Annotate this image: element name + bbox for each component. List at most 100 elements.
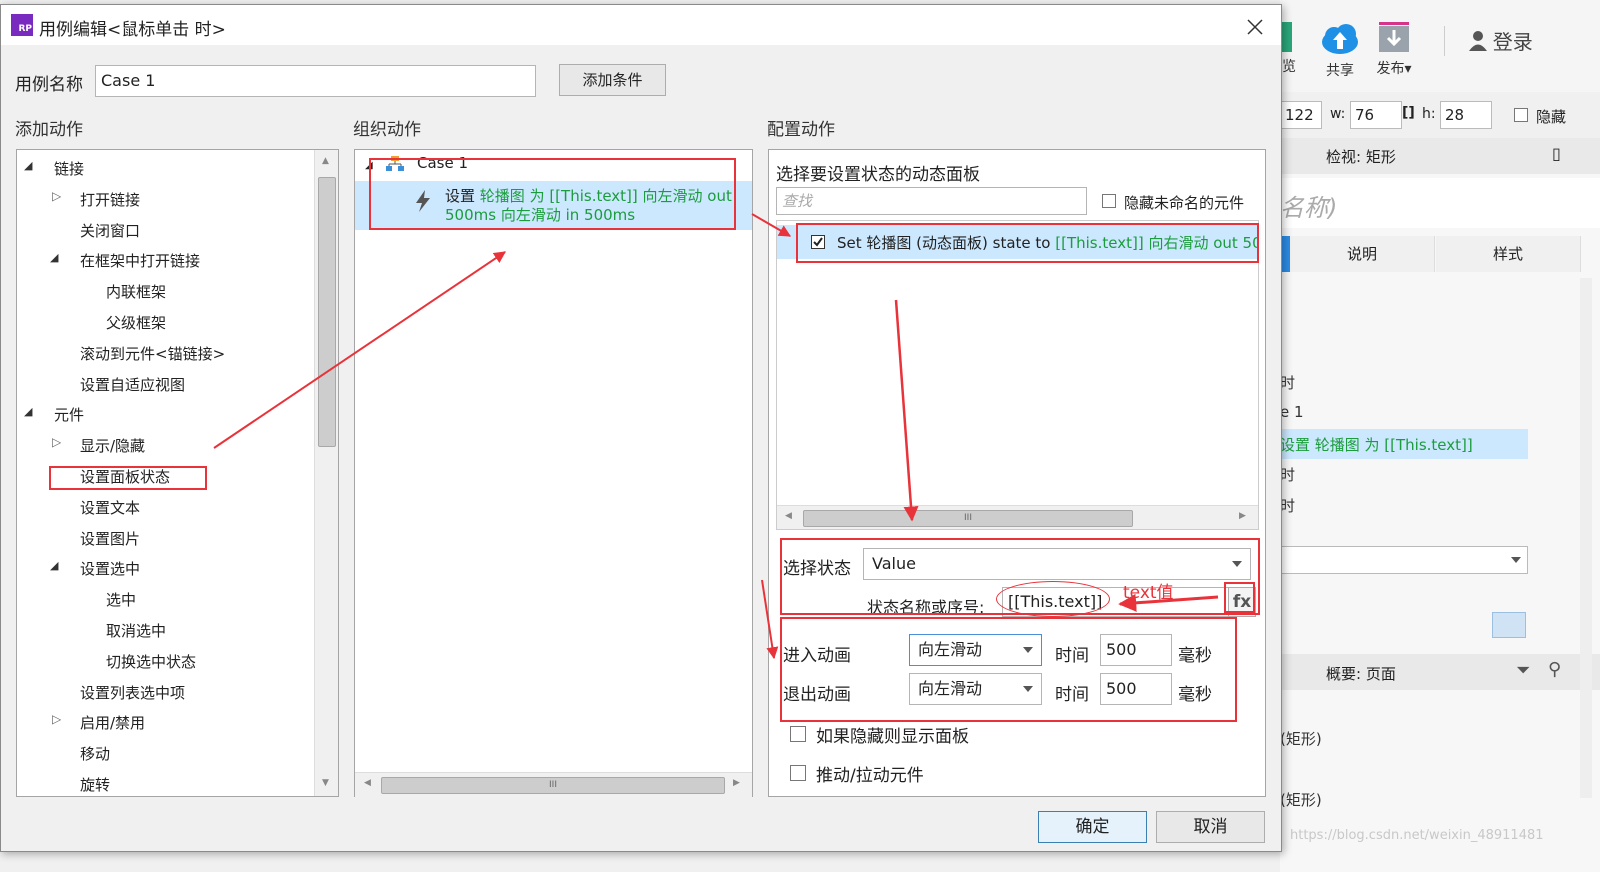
lock-ratio-icon[interactable]: [] (1402, 105, 1415, 121)
tree-item[interactable]: ◢ 链接 (17, 154, 315, 182)
dialog-title: 用例编辑<鼠标单击 时> (39, 20, 226, 40)
tree-item-label: 移动 (80, 745, 111, 764)
tree-item-label: 显示/隐藏 (80, 437, 146, 456)
scroll-thumb[interactable] (318, 177, 336, 447)
tree-item[interactable]: 设置列表选中项 (17, 678, 315, 706)
tree-item[interactable]: 滚动到元件<锚链接> (17, 339, 315, 367)
tree-item[interactable]: 内联框架 (17, 277, 315, 305)
tree-item[interactable]: 设置图片 (17, 524, 315, 552)
tree-item[interactable]: 取消选中 (17, 616, 315, 644)
scroll-right-icon[interactable]: ▶ (733, 778, 740, 788)
scroll-right-icon[interactable]: ▶ (1239, 511, 1246, 521)
outline-title: 概要: 页面 (1326, 665, 1396, 683)
tree-item-label: 滚动到元件<锚链接> (80, 344, 226, 363)
expanded-icon[interactable]: ◢ (24, 159, 32, 172)
tree-item[interactable]: 父级框架 (17, 308, 315, 336)
collapsed-icon[interactable]: ▷ (52, 435, 61, 449)
tree-item[interactable]: 设置文本 (17, 493, 315, 521)
tree-item[interactable]: 选中 (17, 585, 315, 613)
dialog-titlebar: RP 用例编辑<鼠标单击 时> (1, 5, 1281, 45)
tree-item-label: 设置自适应视图 (80, 375, 186, 394)
publish-button[interactable]: 发布▾ (1376, 22, 1412, 78)
scroll-left-icon[interactable]: ◀ (785, 511, 792, 521)
tree-item[interactable]: ▷ 启用/禁用 (17, 708, 315, 736)
push-pull-checkbox[interactable] (790, 765, 806, 781)
link-icon[interactable] (1492, 612, 1526, 638)
tree-item-label: 旋转 (80, 776, 111, 794)
tree-item[interactable]: ◢ 在框架中打开链接 (17, 246, 315, 274)
name-field[interactable]: 名称) (1280, 178, 1600, 228)
tree-item[interactable]: ▷ 显示/隐藏 (17, 431, 315, 459)
outline-item[interactable]: (矩形) (1280, 728, 1322, 749)
filter-icon[interactable]: ⏷ (1516, 660, 1530, 681)
expanded-icon[interactable]: ◢ (50, 251, 58, 264)
watermark: https://blog.csdn.net/weixin_48911481 (1290, 828, 1544, 843)
collapsed-icon[interactable]: ▷ (52, 189, 61, 203)
panel-list: Set 轮播图 (动态面板) state to [[This.text]] 向右… (776, 220, 1259, 530)
close-icon (1247, 19, 1263, 35)
tree-item-label: 链接 (54, 160, 85, 178)
chevron-down-icon (1511, 557, 1521, 563)
highlight-panel-item (796, 223, 1259, 263)
organize-action-title: 组织动作 (353, 120, 421, 140)
expanded-icon[interactable]: ◢ (50, 559, 58, 572)
tree-item[interactable]: ◢ 元件 (17, 400, 315, 428)
scroll-left-icon[interactable]: ◀ (364, 778, 371, 788)
tree-item[interactable]: 设置自适应视图 (17, 370, 315, 398)
interaction-line: e 1 (1280, 403, 1304, 421)
ok-button[interactable]: 确定 (1038, 811, 1147, 843)
tree-item[interactable]: 旋转 (17, 770, 315, 796)
tree-item-label: 设置图片 (80, 529, 141, 548)
panel-search-input[interactable]: 查找 (776, 187, 1087, 215)
search-icon[interactable]: ⚲ (1548, 659, 1561, 680)
tree-item[interactable]: ▷ 打开链接 (17, 185, 315, 213)
tree-item[interactable]: 关闭窗口 (17, 216, 315, 244)
highlight-fx (1224, 582, 1255, 613)
tree-scrollbar[interactable]: ▲ ▼ (314, 150, 338, 796)
share-button[interactable]: 共享 (1318, 22, 1362, 80)
w-field[interactable]: 76 (1350, 101, 1402, 129)
user-icon (1469, 30, 1487, 51)
outline-item[interactable]: (矩形) (1280, 789, 1322, 810)
hide-checkbox[interactable] (1514, 108, 1528, 122)
hide-unnamed-checkbox[interactable] (1102, 194, 1116, 208)
case-name-input[interactable]: Case 1 (95, 65, 536, 97)
cancel-button[interactable]: 取消 (1156, 811, 1265, 843)
login-button[interactable]: 登录 (1468, 26, 1533, 55)
scroll-down-icon[interactable]: ▼ (322, 778, 329, 788)
page-icon: ▯ (1552, 144, 1561, 163)
organize-hscrollbar[interactable]: ◀ III ▶ (355, 772, 752, 797)
close-button[interactable] (1241, 13, 1269, 41)
tree-item-label: 取消选中 (106, 622, 167, 640)
publish-label: 发布▾ (1376, 61, 1412, 77)
cloud-upload-icon (1322, 24, 1358, 54)
tree-item[interactable]: 切换选中状态 (17, 647, 315, 675)
tab-style[interactable]: 样式 (1436, 236, 1581, 272)
x-field[interactable]: 122 (1280, 101, 1322, 129)
scroll-thumb[interactable]: III (381, 777, 725, 794)
choose-panel-label: 选择要设置状态的动态面板 (776, 165, 980, 185)
tree-item-label: 切换选中状态 (106, 652, 197, 671)
tree-item-label: 设置文本 (80, 498, 141, 517)
expanded-icon[interactable]: ◢ (24, 405, 32, 418)
scroll-thumb[interactable]: III (803, 510, 1133, 527)
collapsed-icon[interactable]: ▷ (52, 712, 61, 726)
tree-item-label: 父级框架 (106, 314, 167, 332)
inspector-scrollbar[interactable] (1580, 278, 1592, 798)
show-if-hidden-checkbox[interactable] (790, 726, 806, 742)
panel-list-hscrollbar[interactable]: ◀ III ▶ (777, 505, 1258, 529)
bg-dropdown[interactable] (1280, 546, 1528, 574)
scroll-up-icon[interactable]: ▲ (322, 156, 329, 166)
publish-download-icon (1379, 22, 1409, 52)
interaction-line: 时 (1280, 374, 1296, 392)
push-pull-label: 推动/拉动元件 (816, 766, 924, 786)
interaction-selected[interactable]: 设置 轮播图 为 [[This.text]] (1280, 429, 1528, 459)
add-action-title: 添加动作 (15, 120, 83, 140)
h-field[interactable]: 28 (1440, 101, 1492, 129)
tree-item-label: 设置列表选中项 (80, 683, 186, 702)
add-condition-button[interactable]: 添加条件 (559, 64, 666, 96)
tree-item[interactable]: 移动 (17, 739, 315, 767)
tab-notes[interactable]: 说明 (1290, 236, 1435, 272)
tree-item[interactable]: ◢ 设置选中 (17, 554, 315, 582)
highlight-select-state (780, 538, 1260, 615)
